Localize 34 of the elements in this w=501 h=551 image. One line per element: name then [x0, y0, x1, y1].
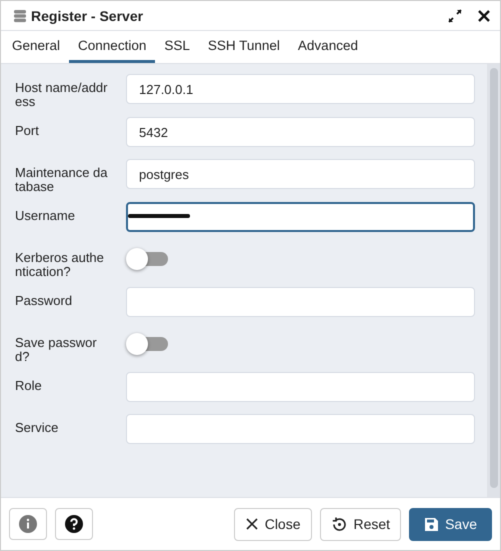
reset-icon — [330, 516, 348, 532]
input-field[interactable] — [126, 202, 475, 232]
field-label: Username — [15, 207, 76, 223]
help-icon — [64, 514, 84, 534]
maximize-icon[interactable] — [448, 8, 462, 22]
input-field[interactable]: postgres — [126, 159, 475, 189]
field-label: Port — [15, 122, 40, 138]
field-label: Host name/address — [15, 79, 108, 109]
toggle-switch[interactable] — [126, 248, 168, 270]
save-button[interactable]: Save — [409, 508, 492, 540]
tab[interactable]: Advanced — [288, 31, 367, 63]
close-button[interactable]: Close — [234, 508, 312, 540]
tab[interactable]: SSL — [155, 31, 199, 63]
tab[interactable]: General — [3, 31, 70, 63]
window-title: Register - Server — [31, 8, 144, 24]
field-label: Kerberos authentication? — [15, 249, 105, 279]
field-label: Maintenance database — [15, 164, 109, 194]
field-label: Password — [15, 292, 74, 308]
field-label: Service — [15, 419, 60, 435]
field-label: Save password? — [15, 334, 98, 364]
reset-button[interactable]: Reset — [320, 508, 402, 540]
field-label: Role — [15, 377, 43, 393]
input-field[interactable]: 5432 — [126, 117, 475, 147]
tab[interactable]: SSH Tunnel — [198, 31, 289, 63]
info-icon — [18, 514, 38, 534]
toggle-switch[interactable] — [126, 333, 168, 355]
server-icon — [13, 8, 27, 22]
help-button[interactable] — [55, 508, 93, 540]
close-icon — [244, 517, 259, 531]
scrollbar[interactable] — [487, 64, 500, 497]
input-field[interactable]: 127.0.0.1 — [126, 74, 475, 104]
info-button[interactable] — [9, 508, 47, 540]
save-icon — [424, 516, 440, 532]
close-icon[interactable] — [478, 10, 490, 22]
